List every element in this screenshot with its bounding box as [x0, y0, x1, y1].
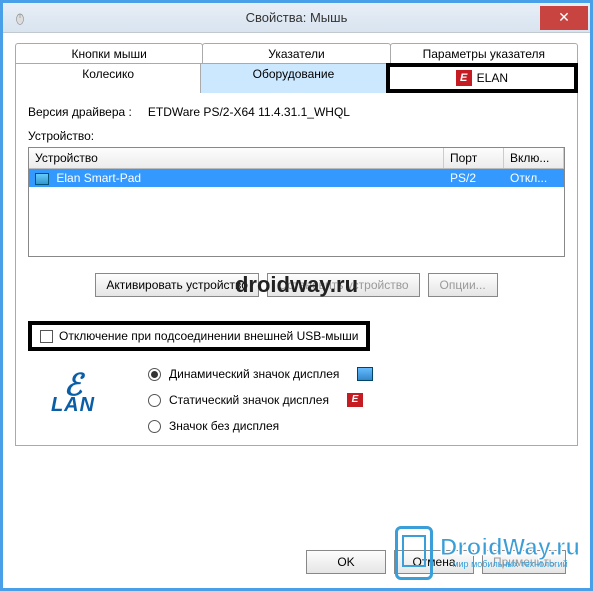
elan-red-icon: E: [347, 393, 363, 407]
elan-logo: ℰ LAN: [28, 367, 118, 422]
device-listview[interactable]: Устройство Порт Вклю... Elan Smart-Pad P…: [28, 147, 565, 257]
radio-icon[interactable]: [148, 420, 161, 433]
radio-dynamic-row[interactable]: Динамический значок дисплея: [148, 367, 373, 381]
driver-version-label: Версия драйвера :: [28, 105, 132, 119]
close-button[interactable]: ✕: [540, 6, 588, 30]
tab-pointer-options[interactable]: Параметры указателя: [390, 43, 578, 64]
tabs-row-2: Колесико Оборудование E ELAN: [15, 63, 578, 93]
close-icon: ✕: [558, 9, 570, 26]
titlebar: Свойства: Мышь ✕: [3, 3, 590, 33]
tab-pointers[interactable]: Указатели: [202, 43, 390, 64]
device-enabled: Откл...: [504, 169, 564, 187]
tabs-row-1: Кнопки мыши Указатели Параметры указател…: [15, 43, 578, 64]
radio-group: Динамический значок дисплея Статический …: [148, 367, 373, 433]
elan-icon: E: [456, 70, 472, 86]
tab-wheel[interactable]: Колесико: [15, 63, 201, 93]
driver-version-value: ETDWare PS/2-X64 11.4.31.1_WHQL: [148, 105, 350, 119]
listview-row[interactable]: Elan Smart-Pad PS/2 Откл...: [29, 169, 564, 187]
window-title: Свойства: Мышь: [246, 10, 348, 25]
device-buttons-row: Активировать устройство Остановить устро…: [28, 273, 565, 297]
ok-button[interactable]: OK: [306, 550, 386, 574]
col-port[interactable]: Порт: [444, 148, 504, 168]
monitor-icon: [357, 367, 373, 381]
stop-device-button[interactable]: Остановить устройство: [267, 273, 420, 297]
tab-elan[interactable]: E ELAN: [386, 63, 578, 93]
device-section-label: Устройство:: [28, 129, 565, 143]
radio-icon[interactable]: [148, 368, 161, 381]
dialog-content: Кнопки мыши Указатели Параметры указател…: [3, 33, 590, 456]
radio-icon[interactable]: [148, 394, 161, 407]
tab-elan-label: ELAN: [477, 71, 508, 85]
col-enabled[interactable]: Вклю...: [504, 148, 564, 168]
dialog-buttons: OK Отмена Применить: [306, 550, 566, 574]
options-button[interactable]: Опции...: [428, 273, 498, 297]
col-device[interactable]: Устройство: [29, 148, 444, 168]
tab-hardware[interactable]: Оборудование: [200, 63, 386, 93]
radio-static-row[interactable]: Статический значок дисплея E: [148, 393, 373, 407]
apply-button[interactable]: Применить: [482, 550, 566, 574]
tab-buttons[interactable]: Кнопки мыши: [15, 43, 203, 64]
device-port: PS/2: [444, 169, 504, 187]
usb-disconnect-checkbox-group[interactable]: Отключение при подсоединении внешней USB…: [28, 321, 370, 351]
device-name: Elan Smart-Pad: [56, 171, 141, 185]
driver-version-row: Версия драйвера : ETDWare PS/2-X64 11.4.…: [28, 105, 565, 119]
activate-device-button[interactable]: Активировать устройство: [95, 273, 259, 297]
listview-header: Устройство Порт Вклю...: [29, 148, 564, 169]
usb-disconnect-label: Отключение при подсоединении внешней USB…: [59, 329, 358, 343]
tab-panel: Версия драйвера : ETDWare PS/2-X64 11.4.…: [15, 92, 578, 446]
tray-icon-settings: ℰ LAN Динамический значок дисплея Статич…: [28, 367, 565, 433]
radio-static-label: Статический значок дисплея: [169, 393, 329, 407]
checkbox-icon[interactable]: [40, 330, 53, 343]
radio-dynamic-label: Динамический значок дисплея: [169, 367, 339, 381]
radio-none-label: Значок без дисплея: [169, 419, 279, 433]
mouse-icon: [11, 11, 29, 25]
radio-none-row[interactable]: Значок без дисплея: [148, 419, 373, 433]
cancel-button[interactable]: Отмена: [394, 550, 474, 574]
touchpad-icon: [35, 173, 49, 185]
